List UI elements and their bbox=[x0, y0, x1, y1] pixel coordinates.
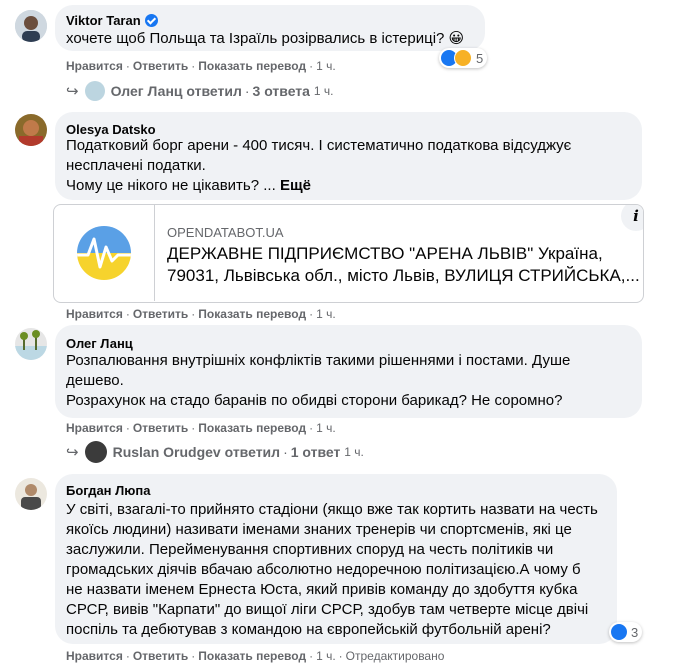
reply-arrow-icon: ↪ bbox=[66, 83, 79, 100]
comment-actions: Нравится · Ответить · Показать перевод · 1 ч. bbox=[66, 307, 336, 321]
reaction-summary[interactable]: 5 bbox=[439, 48, 488, 68]
comment-author[interactable]: Богдан Люпа bbox=[66, 483, 150, 498]
comment-author[interactable]: Olesya Datsko bbox=[66, 122, 156, 137]
link-title-line: ДЕРЖАВНЕ ПІДПРИЄМСТВО "АРЕНА ЛЬВІВ" Укра… bbox=[167, 244, 603, 263]
comment-bubble: Viktor Taran хочете щоб Польща та Ізраїл… bbox=[55, 5, 485, 51]
comment-text-line: дешево. bbox=[66, 372, 124, 389]
comment-author[interactable]: Viktor Taran bbox=[66, 13, 141, 28]
comment-text-line: громадських діячів вбачаю абсолютно недо… bbox=[66, 561, 581, 578]
like-link[interactable]: Нравится bbox=[66, 649, 123, 663]
comment-text-line: заслужили. Перейменування спортивних спо… bbox=[66, 541, 554, 558]
comment-text-line: СРСР, вивів "Карпати" до вищої ліги СРСР… bbox=[66, 601, 589, 618]
comment-actions: Нравится · Ответить · Показать перевод · 1 ч. bbox=[66, 421, 336, 435]
comment-text-line: Розпалювання внутрішніх конфліктів таким… bbox=[66, 352, 571, 369]
see-more-link[interactable]: Ещё bbox=[280, 177, 311, 194]
avatar bbox=[84, 441, 107, 463]
comment-bubble: Olesya Datsko Податковий борг арени - 40… bbox=[55, 112, 642, 200]
reaction-count: 3 bbox=[631, 624, 639, 640]
view-replies[interactable]: ↪ Ruslan Orudgev ответил · 1 ответ 1 ч. bbox=[66, 441, 364, 463]
translate-link[interactable]: Показать перевод bbox=[198, 649, 306, 663]
link-domain: OPENDATABOT.UA bbox=[167, 225, 284, 240]
info-icon[interactable]: i bbox=[621, 205, 643, 231]
link-thumbnail bbox=[54, 205, 155, 301]
view-replies[interactable]: ↪ Олег Ланц ответил · 3 ответа 1 ч. bbox=[66, 81, 333, 101]
avatar[interactable] bbox=[15, 478, 47, 510]
comment-time[interactable]: 1 ч. bbox=[316, 307, 336, 321]
comment-text-line: Розрахунок на стадо баранів по обидві ст… bbox=[66, 392, 563, 409]
like-link[interactable]: Нравится bbox=[66, 307, 123, 321]
avatar[interactable] bbox=[15, 328, 47, 360]
comment-text-line: Чому це нікого не цікавить? ... bbox=[66, 177, 276, 194]
avatar[interactable] bbox=[15, 10, 47, 42]
haha-icon bbox=[454, 49, 472, 67]
reply-link[interactable]: Ответить bbox=[133, 307, 188, 321]
reaction-summary[interactable]: 3 bbox=[609, 622, 643, 642]
comment-time[interactable]: 1 ч. bbox=[316, 59, 336, 73]
avatar[interactable] bbox=[15, 114, 47, 146]
reply-link[interactable]: Ответить bbox=[133, 59, 188, 73]
comment-text-line: несплачені податки. bbox=[66, 157, 206, 174]
link-title-line: 79031, Львівська обл., місто Львів, ВУЛИ… bbox=[167, 266, 640, 285]
comment-time[interactable]: 1 ч. bbox=[316, 649, 336, 663]
like-icon bbox=[611, 624, 627, 640]
comment-text-line: У світі, взагалі-то прийнято стадіони (я… bbox=[66, 501, 598, 518]
comment-bubble: Богдан Люпа У світі, взагалі-то прийнято… bbox=[55, 474, 617, 644]
comment-time[interactable]: 1 ч. bbox=[316, 421, 336, 435]
reply-link[interactable]: Ответить bbox=[133, 421, 188, 435]
comment-actions: Нравится · Ответить · Показать перевод · 1 ч. ·… bbox=[66, 649, 445, 663]
comment-text-line: якоїсь людини) називати іменами знаних т… bbox=[66, 521, 572, 538]
comment-text-line: Податковий борг арени - 400 тисяч. І сис… bbox=[66, 137, 572, 154]
link-preview[interactable]: OPENDATABOT.UA ДЕРЖАВНЕ ПІДПРИЄМСТВО "АР… bbox=[53, 204, 644, 303]
verified-badge-icon bbox=[144, 14, 158, 27]
comment-text-line: поспіль та дебютував з командою на європ… bbox=[66, 621, 551, 638]
like-link[interactable]: Нравится bbox=[66, 421, 123, 435]
reply-link[interactable]: Ответить bbox=[133, 649, 188, 663]
translate-link[interactable]: Показать перевод bbox=[198, 59, 306, 73]
comment-bubble: Олег Ланц Розпалювання внутрішніх конфлі… bbox=[55, 325, 642, 418]
translate-link[interactable]: Показать перевод bbox=[198, 307, 306, 321]
reaction-count: 5 bbox=[476, 50, 484, 66]
comment-text-line: не назвати іменем Ернеста Юста, який при… bbox=[66, 581, 578, 598]
reply-arrow-icon: ↪ bbox=[66, 444, 79, 461]
translate-link[interactable]: Показать перевод bbox=[198, 421, 306, 435]
comment-actions: Нравится · Ответить · Показать перевод · 1 ч. bbox=[66, 59, 336, 73]
comment-author[interactable]: Олег Ланц bbox=[66, 336, 133, 351]
like-link[interactable]: Нравится bbox=[66, 59, 123, 73]
comment-text: хочете щоб Польща та Ізраїль розірвались… bbox=[66, 30, 465, 47]
avatar bbox=[84, 81, 105, 101]
opendatabot-logo-icon bbox=[77, 226, 131, 280]
edited-label: Отредактировано bbox=[345, 649, 445, 663]
